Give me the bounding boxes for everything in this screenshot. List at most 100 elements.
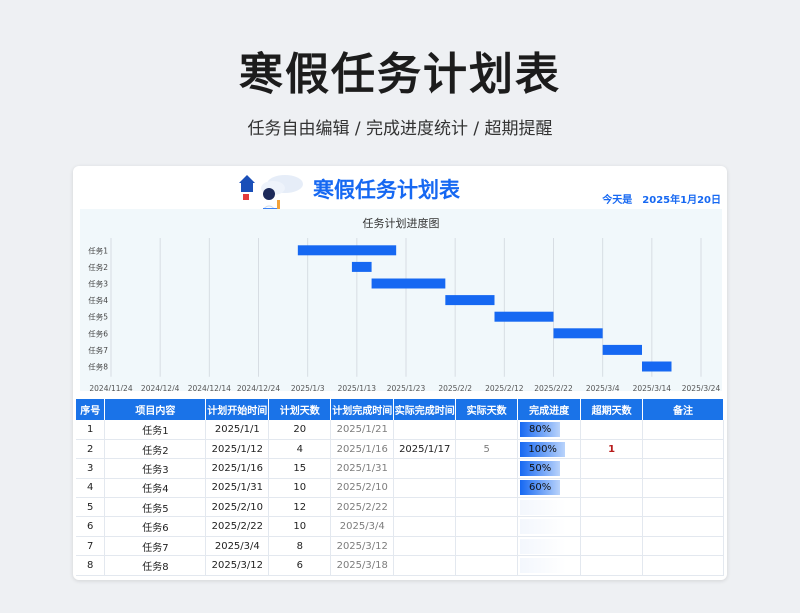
cell-item[interactable]: 任务2 (104, 439, 207, 460)
cell-note[interactable] (642, 478, 724, 499)
cell-days[interactable]: 4 (268, 439, 332, 460)
progress-label: 50% (529, 462, 552, 474)
cell-start[interactable]: 2025/3/12 (205, 555, 270, 576)
cell-progress[interactable]: 100% (517, 439, 582, 460)
cell-overdue[interactable] (580, 478, 644, 499)
cell-note[interactable] (642, 497, 724, 518)
cell-item[interactable]: 任务1 (104, 420, 207, 440)
cell-actual-end[interactable]: 2025/1/17 (393, 439, 457, 460)
cell-progress[interactable] (517, 497, 582, 518)
cell-no[interactable]: 2 (76, 439, 106, 460)
cell-days[interactable]: 10 (268, 516, 332, 537)
cell-item[interactable]: 任务5 (104, 497, 207, 518)
cell-end[interactable]: 2025/3/4 (330, 516, 395, 537)
cell-item[interactable]: 任务6 (104, 516, 207, 537)
column-header[interactable]: 项目内容 (104, 399, 207, 420)
cell-end[interactable]: 2025/1/16 (330, 439, 395, 460)
cell-no[interactable]: 8 (76, 555, 106, 576)
cell-end[interactable]: 2025/3/12 (330, 536, 395, 557)
cell-end[interactable]: 2025/2/10 (330, 478, 395, 499)
cell-actual-days[interactable] (455, 555, 519, 576)
cell-end[interactable]: 2025/2/22 (330, 497, 395, 518)
column-header[interactable]: 计划开始时间 (205, 399, 270, 420)
cell-actual-end[interactable] (393, 555, 457, 576)
cell-item[interactable]: 任务7 (104, 536, 207, 557)
cell-start[interactable]: 2025/1/1 (205, 420, 270, 440)
cell-progress[interactable]: 50% (517, 458, 582, 479)
cell-days[interactable]: 6 (268, 555, 332, 576)
cell-actual-days[interactable] (455, 458, 519, 479)
cell-actual-days[interactable] (455, 497, 519, 518)
cell-end[interactable]: 2025/1/31 (330, 458, 395, 479)
cell-overdue[interactable]: 1 (580, 439, 644, 460)
cell-note[interactable] (642, 536, 724, 557)
cell-progress[interactable] (517, 536, 582, 557)
cell-actual-end[interactable] (393, 420, 457, 440)
cell-note[interactable] (642, 555, 724, 576)
cell-no[interactable]: 3 (76, 458, 106, 479)
cell-actual-end[interactable] (393, 478, 457, 499)
cell-start[interactable]: 2025/3/4 (205, 536, 270, 557)
column-header[interactable]: 超期天数 (580, 399, 644, 420)
cell-no[interactable]: 7 (76, 536, 106, 557)
cell-overdue[interactable] (580, 536, 644, 557)
cell-no[interactable]: 1 (76, 420, 106, 440)
table-row: 3 任务3 2025/1/16 15 2025/1/31 50% (76, 458, 724, 479)
cell-overdue[interactable] (580, 458, 644, 479)
cell-start[interactable]: 2025/1/16 (205, 458, 270, 479)
cell-days[interactable]: 12 (268, 497, 332, 518)
cell-end[interactable]: 2025/1/21 (330, 420, 395, 440)
cell-actual-end[interactable] (393, 536, 457, 557)
cell-overdue[interactable] (580, 420, 644, 440)
cell-actual-days[interactable] (455, 420, 519, 440)
cell-days[interactable]: 20 (268, 420, 332, 440)
cell-actual-days[interactable] (455, 516, 519, 537)
cell-item[interactable]: 任务8 (104, 555, 207, 576)
cell-note[interactable] (642, 458, 724, 479)
column-header[interactable]: 完成进度 (517, 399, 582, 420)
table-row: 8 任务8 2025/3/12 6 2025/3/18 (76, 555, 724, 576)
cell-progress[interactable] (517, 516, 582, 537)
cell-start[interactable]: 2025/2/10 (205, 497, 270, 518)
cell-note[interactable] (642, 439, 724, 460)
cell-overdue[interactable] (580, 516, 644, 537)
cell-item[interactable]: 任务3 (104, 458, 207, 479)
cell-days[interactable]: 15 (268, 458, 332, 479)
gantt-bar (297, 245, 397, 256)
cell-days[interactable]: 8 (268, 536, 332, 557)
cell-no[interactable]: 4 (76, 478, 106, 499)
cell-actual-end[interactable] (393, 516, 457, 537)
cell-actual-days[interactable]: 5 (455, 439, 519, 460)
cell-progress[interactable] (517, 555, 582, 576)
y-tick-label: 任务1 (88, 245, 108, 255)
cell-start[interactable]: 2025/1/31 (205, 478, 270, 499)
column-header[interactable]: 实际天数 (455, 399, 519, 420)
cell-progress[interactable]: 60% (517, 478, 582, 499)
x-tick-label: 2024/12/4 (141, 384, 180, 391)
column-header[interactable]: 计划天数 (268, 399, 332, 420)
gantt-bar (371, 278, 446, 289)
cell-start[interactable]: 2025/1/12 (205, 439, 270, 460)
column-header[interactable]: 实际完成时间 (393, 399, 457, 420)
cell-no[interactable]: 5 (76, 497, 106, 518)
cell-note[interactable] (642, 420, 724, 440)
cell-end[interactable]: 2025/3/18 (330, 555, 395, 576)
progress-bar (520, 519, 567, 535)
column-header[interactable]: 计划完成时间 (330, 399, 395, 420)
cell-actual-days[interactable] (455, 478, 519, 499)
cell-actual-days[interactable] (455, 536, 519, 557)
cell-actual-end[interactable] (393, 458, 457, 479)
cell-item[interactable]: 任务4 (104, 478, 207, 499)
cell-overdue[interactable] (580, 555, 644, 576)
cell-actual-end[interactable] (393, 497, 457, 518)
cell-no[interactable]: 6 (76, 516, 106, 537)
cell-days[interactable]: 10 (268, 478, 332, 499)
cell-start[interactable]: 2025/2/22 (205, 516, 270, 537)
cell-overdue[interactable] (580, 497, 644, 518)
x-tick-label: 2025/2/12 (485, 384, 524, 391)
table-row: 2 任务2 2025/1/12 4 2025/1/16 2025/1/17 5 100% 1 (76, 439, 724, 460)
cell-note[interactable] (642, 516, 724, 537)
column-header[interactable]: 备注 (642, 399, 724, 420)
cell-progress[interactable]: 80% (517, 420, 582, 440)
column-header[interactable]: 序号 (76, 399, 106, 420)
